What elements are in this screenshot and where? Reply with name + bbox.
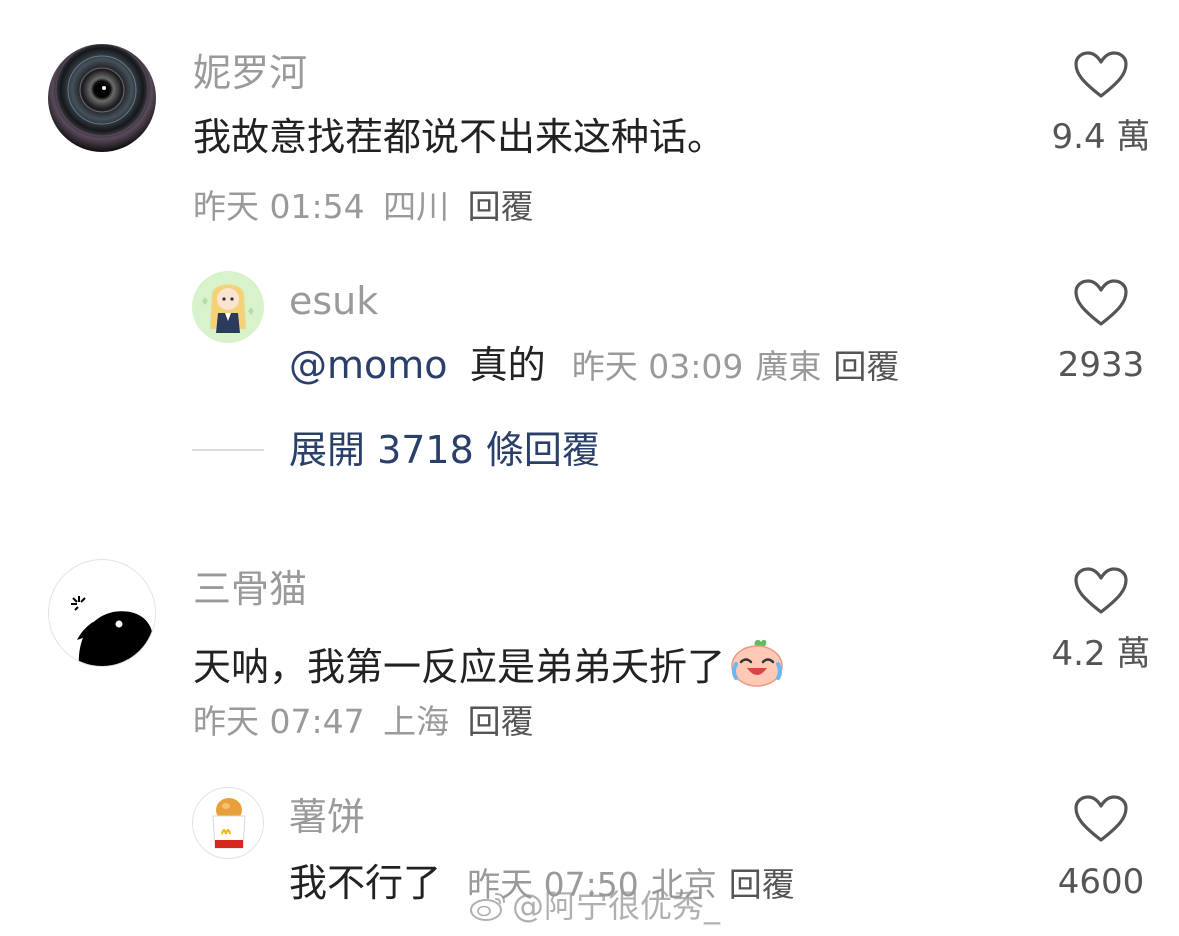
like-count: 4600 (1057, 862, 1145, 902)
heart-icon[interactable] (1073, 50, 1129, 100)
avatar-image (212, 798, 246, 849)
reply-text: @momo 真的 昨天 03:09 廣東 回覆 (289, 346, 899, 384)
avatar[interactable] (192, 271, 264, 343)
heart-icon[interactable] (1073, 794, 1129, 844)
like-count: 4.2 萬 (1051, 634, 1151, 674)
reply-button[interactable]: 回覆 (729, 865, 795, 904)
reply-body: 我不行了 (289, 861, 442, 905)
comment-username[interactable]: 三骨猫 (193, 570, 307, 608)
avatar-image (202, 284, 254, 333)
comment-location: 上海 (383, 702, 450, 741)
weibo-logo-icon (470, 893, 505, 921)
reply-button[interactable]: 回覆 (833, 347, 899, 386)
like-count: 2933 (1057, 345, 1145, 385)
reply-button[interactable]: 回覆 (468, 187, 534, 226)
expand-replies-button[interactable]: 展開 3718 條回覆 (289, 431, 600, 469)
avatar[interactable] (192, 787, 264, 859)
avatar-image (55, 44, 149, 137)
heart-icon[interactable] (1073, 566, 1129, 616)
comment-time: 昨天 07:47 (193, 702, 365, 741)
comment-text-body: 天呐，我第一反应是弟弟夭折了 (193, 645, 726, 689)
avatar-image (71, 596, 153, 666)
reply-meta: 昨天 03:09 廣東 回覆 (572, 347, 900, 386)
expand-divider (192, 449, 264, 451)
comment-username[interactable]: 妮罗河 (193, 54, 307, 92)
reply-username[interactable]: esuk (289, 282, 378, 320)
reply-body: 真的 (469, 343, 546, 387)
comment-location: 四川 (383, 187, 450, 226)
like-count: 9.4 萬 (1051, 117, 1151, 157)
mention-link[interactable]: @momo (289, 343, 448, 387)
reply-time: 昨天 03:09 (571, 347, 744, 386)
reply-username[interactable]: 薯饼 (289, 798, 365, 836)
heart-icon[interactable] (1073, 278, 1129, 328)
watermark-text: @阿宁很优秀_ (512, 887, 721, 925)
comment-text: 天呐，我第一反应是弟弟夭折了 (193, 636, 785, 688)
crying-laughing-emoji-icon (731, 639, 783, 687)
avatar[interactable] (48, 559, 156, 667)
comment-time: 昨天 01:54 (193, 187, 365, 226)
reply-button[interactable]: 回覆 (468, 702, 534, 741)
comment-text: 我故意找茬都说不出来这种话。 (193, 115, 726, 159)
comment-meta: 昨天 07:47 上海 回覆 (193, 705, 534, 738)
comment-meta: 昨天 01:54 四川 回覆 (193, 190, 534, 223)
reply-location: 廣東 (755, 347, 822, 386)
avatar[interactable] (48, 44, 156, 152)
